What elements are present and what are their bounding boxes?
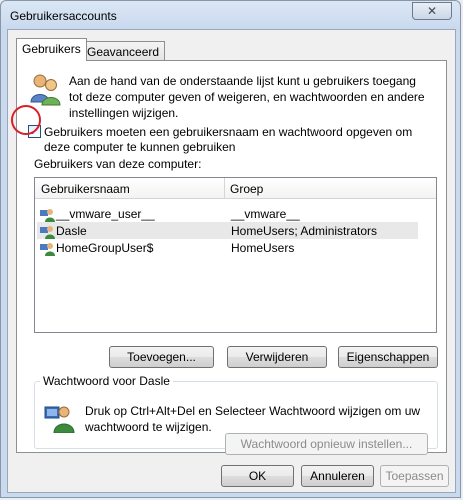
user-icon <box>40 243 55 256</box>
user-icon <box>40 209 55 222</box>
close-button[interactable]: ✕ <box>412 2 452 20</box>
add-user-button[interactable]: Toevoegen... <box>109 346 214 368</box>
table-row[interactable]: Dasle HomeUsers; Administrators <box>37 222 418 239</box>
require-login-checkbox[interactable]: ✓ <box>28 125 41 138</box>
users-list-heading: Gebruikers van deze computer: <box>34 157 202 171</box>
title-bar[interactable]: Gebruikersaccounts ✕ <box>1 1 460 29</box>
user-name: __vmware_user__ <box>56 207 155 221</box>
user-accounts-dialog: Gebruikersaccounts ✕ Gebruikers Geavance… <box>0 0 461 498</box>
table-row[interactable]: HomeGroupUser$ HomeUsers <box>37 239 418 256</box>
window-title: Gebruikersaccounts <box>10 9 117 23</box>
tab-geavanceerd[interactable]: Geavanceerd <box>81 41 166 61</box>
reset-password-button[interactable]: Wachtwoord opnieuw instellen... <box>225 433 428 455</box>
user-group: HomeUsers <box>231 241 295 255</box>
user-password-icon <box>44 406 75 433</box>
user-name: HomeGroupUser$ <box>56 241 154 255</box>
password-groupbox-title: Wachtwoord voor Dasle <box>40 374 173 388</box>
require-login-label[interactable]: Gebruikers moeten een gebruikersnaam en … <box>44 125 434 155</box>
user-list-header: Gebruikersnaam Groep <box>35 178 436 199</box>
tab-gebruikers[interactable]: Gebruikers <box>16 38 87 61</box>
close-icon: ✕ <box>426 4 438 18</box>
user-group: HomeUsers; Administrators <box>231 224 378 238</box>
dialog-client-area: Gebruikers Geavanceerd Aan de hand van d… <box>7 29 456 493</box>
intro-text: Aan de hand van de onderstaande lijst ku… <box>69 74 425 120</box>
column-header-username[interactable]: Gebruikersnaam <box>41 182 130 196</box>
column-header-group[interactable]: Groep <box>230 182 263 196</box>
ok-button[interactable]: OK <box>221 465 294 487</box>
user-group: __vmware__ <box>231 207 300 221</box>
user-icon <box>40 226 55 239</box>
users-icon <box>30 74 61 106</box>
column-separator[interactable] <box>224 178 225 198</box>
users-tab-panel: Aan de hand van de onderstaande lijst ku… <box>16 60 447 455</box>
user-name: Dasle <box>56 224 87 238</box>
remove-user-button[interactable]: Verwijderen <box>227 346 327 368</box>
password-instructions: Druk op Ctrl+Alt+Del en Selecteer Wachtw… <box>85 404 421 434</box>
user-list[interactable]: Gebruikersnaam Groep __vmware_user__ __v… <box>34 177 437 333</box>
table-row[interactable]: __vmware_user__ __vmware__ <box>37 205 418 222</box>
user-properties-button[interactable]: Eigenschappen <box>338 346 438 368</box>
apply-button[interactable]: Toepassen <box>380 465 449 487</box>
cancel-button[interactable]: Annuleren <box>301 465 374 487</box>
